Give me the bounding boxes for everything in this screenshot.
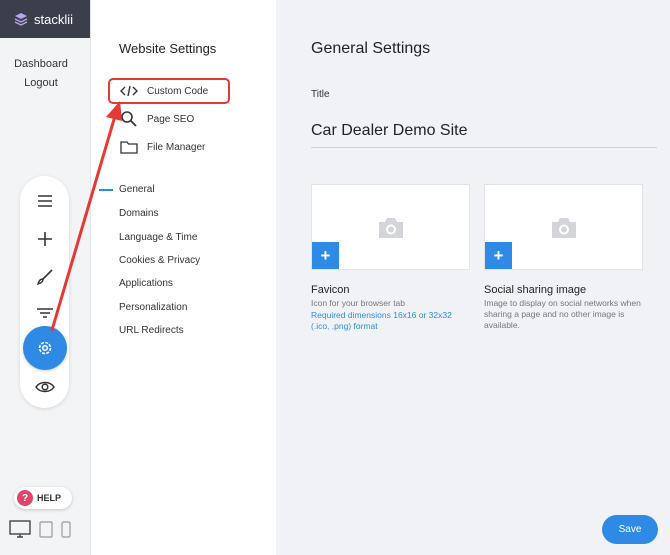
nav-item-applications[interactable]: Applications <box>119 278 173 289</box>
add-social-image-plus-icon[interactable]: + <box>485 242 512 269</box>
tool-palette <box>20 176 69 408</box>
site-title-input[interactable] <box>311 114 657 148</box>
file-manager-item[interactable]: File Manager <box>120 138 205 156</box>
search-icon <box>121 111 137 127</box>
folder-icon <box>120 141 138 154</box>
phone-icon[interactable] <box>61 521 71 538</box>
filter-tool-button[interactable] <box>20 298 69 328</box>
add-tool-button[interactable] <box>20 224 69 254</box>
save-button[interactable]: Save <box>602 515 658 544</box>
desktop-icon[interactable] <box>9 520 31 538</box>
brand-bar[interactable]: stacklii <box>0 0 90 38</box>
help-button[interactable]: ? HELP <box>14 487 72 509</box>
custom-code-label: Custom Code <box>147 85 209 97</box>
add-favicon-plus-icon[interactable]: + <box>312 242 339 269</box>
gear-icon <box>38 341 52 355</box>
menu-icon <box>37 195 52 207</box>
camera-icon <box>552 218 576 238</box>
logout-link[interactable]: Logout <box>0 77 90 89</box>
settings-nav-title: Website Settings <box>119 41 217 56</box>
social-image-uploader[interactable]: + <box>484 184 643 270</box>
settings-tool-button[interactable] <box>23 326 67 370</box>
brush-icon <box>36 269 53 286</box>
code-icon <box>120 85 138 97</box>
title-field-label: Title <box>311 89 330 100</box>
social-image-title: Social sharing image <box>484 284 587 296</box>
eye-icon <box>34 381 55 393</box>
favicon-title: Favicon <box>311 284 350 296</box>
favicon-uploader[interactable]: + <box>311 184 470 270</box>
page-seo-label: Page SEO <box>147 113 195 125</box>
stacklii-logo-icon <box>14 13 28 26</box>
plus-icon <box>37 232 52 246</box>
nav-item-url-redirects[interactable]: URL Redirects <box>119 325 184 336</box>
filter-icon <box>36 308 53 318</box>
nav-item-domains[interactable]: Domains <box>119 208 158 219</box>
page-seo-item[interactable]: Page SEO <box>120 110 194 128</box>
menu-tool-button[interactable] <box>20 186 69 216</box>
general-settings-panel: General Settings Title + Favicon Icon fo… <box>276 0 670 555</box>
design-tool-button[interactable] <box>20 262 69 292</box>
tablet-icon[interactable] <box>39 521 53 538</box>
social-image-description: Image to display on social networks when… <box>484 298 641 330</box>
custom-code-item[interactable]: Custom Code <box>120 82 208 100</box>
help-label: HELP <box>37 493 62 503</box>
nav-item-personalization[interactable]: Personalization <box>119 302 187 313</box>
page-title: General Settings <box>311 40 431 57</box>
nav-item-cookies-privacy[interactable]: Cookies & Privacy <box>119 255 200 266</box>
camera-icon <box>379 218 403 238</box>
left-rail: stacklii Dashboard Logout ? HELP <box>0 0 91 555</box>
favicon-description: Icon for your browser tab <box>311 298 406 308</box>
nav-item-language-time[interactable]: Language & Time <box>119 232 197 243</box>
device-switcher <box>9 520 71 538</box>
favicon-requirement: Required dimensions 16x16 or 32x32 (.ico… <box>311 310 452 331</box>
preview-tool-button[interactable] <box>20 372 69 402</box>
question-icon: ? <box>17 490 33 506</box>
file-manager-label: File Manager <box>147 141 206 153</box>
settings-nav: Website Settings Custom Code Page SEO Fi… <box>92 0 276 555</box>
dashboard-link[interactable]: Dashboard <box>0 58 90 70</box>
nav-item-general[interactable]: General <box>99 184 155 195</box>
brand-name: stacklii <box>34 11 74 27</box>
